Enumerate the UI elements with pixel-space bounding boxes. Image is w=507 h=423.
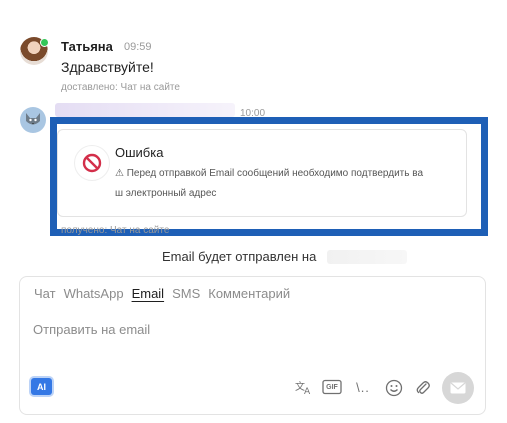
tab-comment[interactable]: Комментарий — [208, 286, 290, 301]
channel-tabs: Чат WhatsApp Email SMS Комментарий — [34, 286, 290, 301]
tab-chat[interactable]: Чат — [34, 286, 56, 301]
tab-email[interactable]: Email — [132, 286, 165, 301]
envelope-icon — [450, 382, 466, 394]
message-text: Здравствуйте! — [61, 59, 154, 75]
send-email-button[interactable] — [442, 372, 474, 404]
error-message-line-2: ш электронный адрес — [115, 188, 217, 199]
svg-text:A: A — [304, 387, 311, 395]
message-sender: Татьяна — [61, 39, 113, 54]
tab-sms[interactable]: SMS — [172, 286, 200, 301]
prohibited-icon — [74, 145, 110, 181]
ai-button[interactable]: AI — [31, 378, 52, 395]
translate-icon[interactable]: 文 A — [294, 378, 314, 396]
tab-whatsapp[interactable]: WhatsApp — [64, 286, 124, 301]
wolf-avatar-icon[interactable] — [20, 107, 46, 133]
gif-label: GIF — [326, 383, 338, 391]
redacted-email-address — [327, 250, 407, 264]
paperclip-icon[interactable] — [414, 378, 432, 398]
error-title: Ошибка — [115, 145, 164, 160]
emoji-icon[interactable] — [384, 378, 404, 398]
wolf-icon — [26, 113, 40, 125]
template-icon[interactable]: \.. — [352, 378, 374, 396]
error-message-line-1: ⚠ Перед отправкой Email сообщений необхо… — [115, 168, 424, 179]
message-time: 09:59 — [124, 41, 152, 53]
message-received-status: получено: Чат на сайте — [61, 225, 170, 236]
redacted-sender-name — [55, 103, 235, 117]
message-input[interactable] — [33, 316, 453, 342]
email-notice: Email будет отправлен на — [162, 249, 317, 264]
gif-icon[interactable]: GIF — [321, 378, 343, 396]
message-delivery-status: доставлено: Чат на сайте — [61, 82, 180, 93]
avatar-tatiana[interactable] — [20, 37, 49, 65]
online-status-dot — [40, 38, 49, 47]
